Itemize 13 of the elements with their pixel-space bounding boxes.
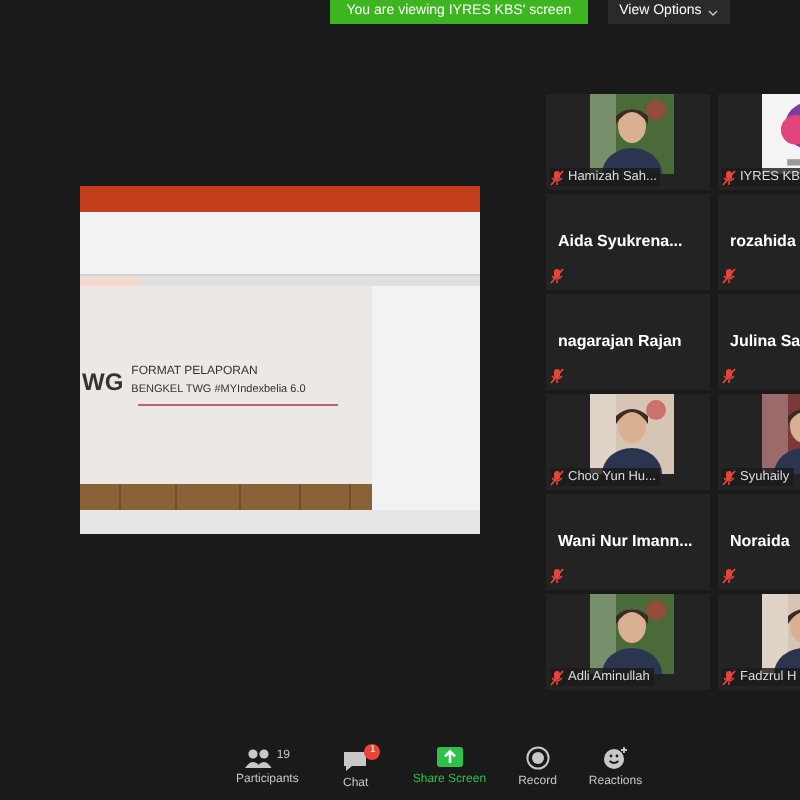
smiley-icon	[602, 745, 629, 769]
participant-name: nagarajan Rajan	[558, 330, 682, 354]
participant-name: Noraida	[730, 530, 790, 554]
participant-name: Julina Sa	[730, 330, 800, 354]
people-icon	[244, 747, 273, 767]
record-icon	[525, 745, 550, 769]
participant-name: rozahida	[730, 230, 796, 254]
participant-name: Aida Syukrena...	[558, 230, 683, 254]
share-screen-icon	[435, 746, 464, 768]
chat-bubble-icon	[342, 749, 369, 771]
caret-icon	[707, 9, 718, 15]
participant-name: Wani Nur Imann...	[558, 530, 693, 554]
slide-logo: WG	[82, 370, 124, 394]
